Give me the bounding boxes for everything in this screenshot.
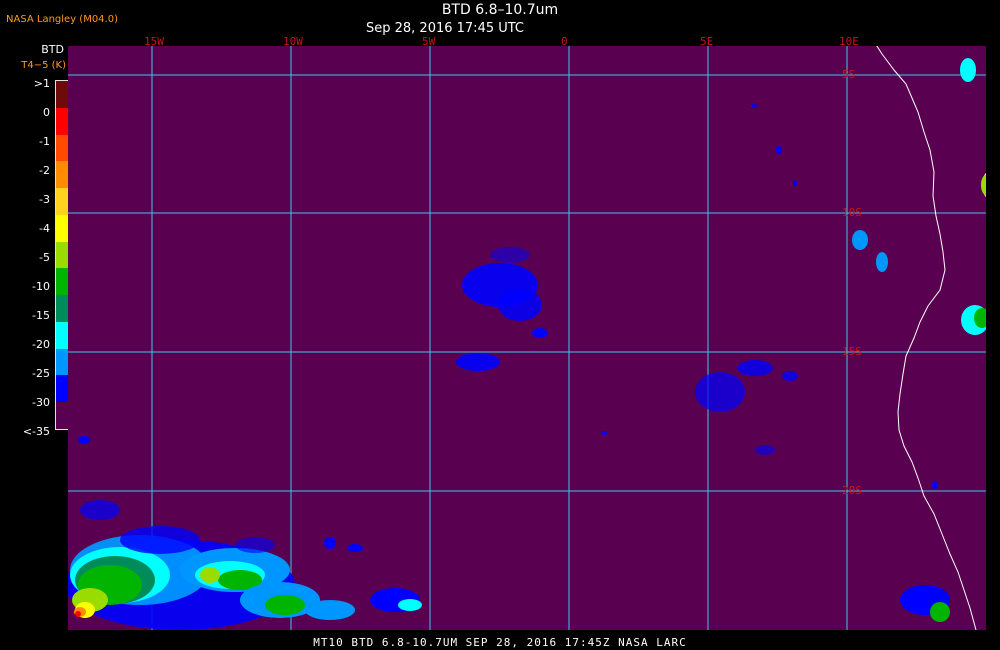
latitude-label: 20S — [842, 484, 862, 497]
cloud-patch — [324, 537, 336, 549]
cloud-patch — [776, 146, 782, 154]
cloud-patch — [305, 600, 355, 620]
legend-tick-label: -20 — [32, 338, 50, 351]
cloud-patch — [75, 611, 81, 617]
cloud-patch — [930, 602, 950, 622]
cloud-patch — [852, 230, 868, 250]
cloud-patch — [347, 544, 363, 552]
legend-tick-label: >1 — [33, 77, 50, 90]
cloud-patch — [200, 567, 220, 583]
latitude-label: 10S — [842, 206, 862, 219]
cloud-patch — [876, 252, 888, 272]
cloud-patch — [737, 360, 773, 376]
cloud-patch — [120, 526, 200, 554]
cloud-patch — [755, 445, 775, 455]
cloud-patch — [532, 328, 548, 338]
legend-tick-label: -10 — [32, 280, 50, 293]
legend-tick-label: -30 — [32, 396, 50, 409]
longitude-label: 5E — [700, 35, 714, 48]
cloud-patch — [782, 371, 798, 381]
color-scale-labels: >1 0 -1 -2 -3 -4 -5 -10 -15 -20 -25 -30 <-35 — [0, 0, 60, 650]
cloud-patch — [932, 481, 938, 489]
legend-tick-label: -25 — [32, 367, 50, 380]
longitude-label: 10W — [283, 35, 303, 48]
cloud-patch — [695, 372, 745, 412]
legend-tick-label: -3 — [39, 193, 50, 206]
legend-tick-label: -5 — [39, 251, 50, 264]
longitude-label: 0 — [561, 35, 568, 48]
satellite-map — [68, 46, 986, 630]
cloud-patch — [490, 247, 530, 263]
legend-tick-label: -15 — [32, 309, 50, 322]
legend-tick-label: <-35 — [22, 425, 50, 438]
cloud-patch — [398, 599, 422, 611]
cloud-patch — [601, 431, 607, 435]
longitude-label: 15W — [144, 35, 164, 48]
cloud-patch — [498, 289, 542, 321]
cloud-patch — [793, 180, 797, 186]
legend-tick-label: -4 — [39, 222, 50, 235]
cloud-patch — [981, 175, 986, 195]
cloud-patch — [960, 58, 976, 82]
product-title: BTD 6.8–10.7um — [441, 2, 559, 18]
longitude-label: 5W — [422, 35, 436, 48]
cloud-patch — [80, 500, 120, 520]
cloud-patch — [751, 104, 757, 108]
timestamp-subtitle: Sep 28, 2016 17:45 UTC — [365, 21, 525, 36]
legend-tick-label: -1 — [39, 135, 50, 148]
legend-tick-label: -2 — [39, 164, 50, 177]
longitude-label: 10E — [839, 35, 859, 48]
coastline — [876, 46, 977, 630]
latitude-label: 15S — [842, 345, 862, 358]
map-canvas — [68, 46, 986, 630]
cloud-patch — [235, 537, 275, 553]
cloud-patch — [78, 436, 90, 444]
cloud-patch — [456, 353, 500, 371]
cloud-patch — [265, 595, 305, 615]
latitude-label: 5S — [842, 68, 856, 81]
footer-caption: MT10 BTD 6.8-10.7UM SEP 28, 2016 17:45Z … — [313, 636, 687, 649]
legend-tick-label: 0 — [43, 106, 50, 119]
